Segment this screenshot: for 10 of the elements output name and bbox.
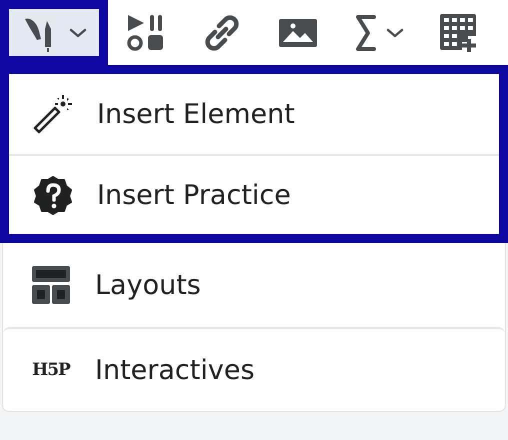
chevron-down-icon: [386, 26, 404, 38]
table-insert-icon: [440, 14, 478, 52]
magic-wand-icon: [33, 94, 73, 134]
question-badge-icon: [33, 175, 73, 215]
h5p-logo: H5P: [32, 360, 70, 380]
sigma-icon: [354, 14, 378, 52]
chevron-down-icon: [69, 26, 87, 38]
toolbar-button[interactable]: [0, 0, 108, 65]
layout-icon: [32, 266, 70, 304]
media-controls-icon: [126, 12, 166, 52]
